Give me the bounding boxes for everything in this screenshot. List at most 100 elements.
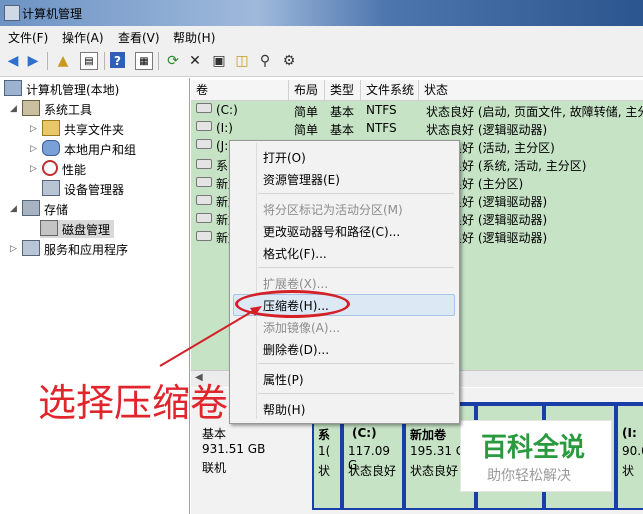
- volume-name: (I:): [216, 121, 233, 135]
- menu-item-explorer[interactable]: 资源管理器(E): [263, 171, 340, 188]
- tree-item-services[interactable]: 服务和应用程序: [22, 240, 128, 258]
- volume-name: (J:: [216, 139, 229, 153]
- show-hide-tree-icon[interactable]: ▤: [80, 52, 98, 70]
- expand-triangle-icon[interactable]: ▷: [30, 144, 37, 154]
- tree-item-label: 存储: [44, 203, 69, 217]
- partition-status: 状态良好: [348, 464, 397, 478]
- help-icon[interactable]: ?: [110, 52, 125, 68]
- computer-management-icon: [4, 5, 20, 21]
- toolbar: ◀ ▶ ▲ ▤ ? ▦ ⟳ ✕ ▣ ◫ ⚲ ⚙: [0, 46, 643, 77]
- volume-type: 基本: [330, 105, 355, 119]
- menu-separator: [258, 267, 454, 268]
- tree-item-label: 磁盘管理: [62, 223, 111, 237]
- column-header-type[interactable]: 类型: [325, 80, 361, 100]
- tree-item-system-tools[interactable]: 系统工具: [22, 100, 92, 118]
- tree-item-shared-folders[interactable]: 共享文件夹: [42, 120, 124, 138]
- refresh-icon[interactable]: ⟳: [164, 52, 182, 70]
- menu-item-mark-active[interactable]: 将分区标记为活动分区(M): [263, 201, 403, 218]
- tree-item-label: 系统工具: [44, 103, 93, 117]
- volume-type: 基本: [330, 123, 355, 137]
- device-manager-icon: [42, 180, 60, 196]
- tree-item-label: 服务和应用程序: [44, 243, 129, 257]
- search-icon[interactable]: ⚲: [256, 52, 274, 70]
- tree-item-local-users[interactable]: 本地用户和组: [42, 140, 136, 158]
- tools-icon: [22, 100, 40, 116]
- partition-size: 195.31 G: [410, 444, 466, 458]
- tree-item-performance[interactable]: 性能: [42, 160, 86, 178]
- volume-status: 状态良好 (逻辑驱动器): [426, 123, 548, 137]
- column-header-status[interactable]: 状态: [419, 80, 643, 100]
- forward-arrow-icon[interactable]: ▶: [24, 52, 42, 70]
- table-row[interactable]: (C:) 简单 基本 NTFS 状态良好 (启动, 页面文件, 故障转储, 主分: [191, 101, 643, 119]
- toolbar-separator: [47, 52, 48, 70]
- window-title: 计算机管理: [22, 7, 83, 21]
- menu-help[interactable]: 帮助(H): [173, 29, 215, 46]
- partition-size: 90.0: [622, 444, 643, 458]
- volume-icon: [196, 103, 212, 113]
- partition-name: 系: [318, 428, 331, 442]
- partition-i[interactable]: (I: 90.0 状: [616, 404, 643, 510]
- up-folder-icon[interactable]: ▲: [54, 52, 72, 70]
- menu-view[interactable]: 查看(V): [118, 29, 160, 46]
- collapse-triangle-icon[interactable]: ◢: [10, 104, 17, 114]
- partition-name: 新加卷: [410, 428, 447, 442]
- partition-name: (I:: [622, 426, 637, 440]
- column-header-volume[interactable]: 卷: [191, 80, 289, 100]
- menu-item-add-mirror[interactable]: 添加镜像(A)...: [263, 319, 340, 336]
- volume-name: (C:): [216, 103, 238, 117]
- tree-item-disk-management[interactable]: 磁盘管理: [40, 220, 115, 238]
- menu-item-change-drive-letter[interactable]: 更改驱动器号和路径(C)...: [263, 223, 400, 240]
- services-icon: [22, 240, 40, 256]
- tree-item-root[interactable]: 计算机管理(本地): [4, 80, 119, 98]
- menu-separator: [258, 363, 454, 364]
- volume-list-header: 卷 布局 类型 文件系统 状态: [191, 80, 643, 101]
- disk-management-icon: [40, 220, 58, 236]
- menu-file[interactable]: 文件(F): [8, 29, 48, 46]
- partition-status: 状态良好: [410, 464, 459, 478]
- menu-item-delete-volume[interactable]: 删除卷(D)...: [263, 341, 329, 358]
- collapse-triangle-icon[interactable]: ◢: [10, 204, 17, 214]
- menu-item-open[interactable]: 打开(O): [263, 149, 306, 166]
- volume-icon: [196, 139, 212, 149]
- toolbar-separator: [104, 52, 105, 70]
- watermark-logo: 百科全说 助你轻松解决: [460, 420, 612, 492]
- volume-icon: [196, 177, 212, 187]
- expand-triangle-icon[interactable]: ▷: [30, 124, 37, 134]
- disk-type: 基本: [202, 427, 227, 441]
- volume-icon: [196, 213, 212, 223]
- column-header-layout[interactable]: 布局: [289, 80, 325, 100]
- volume-layout: 简单: [294, 105, 319, 119]
- column-header-filesystem[interactable]: 文件系统: [361, 80, 419, 100]
- table-row[interactable]: (I:) 简单 基本 NTFS 状态良好 (逻辑驱动器): [191, 119, 643, 137]
- settings-icon[interactable]: ⚙: [280, 52, 298, 70]
- users-icon: [42, 140, 60, 156]
- tree-item-label: 共享文件夹: [64, 123, 125, 137]
- title-bar: 计算机管理: [0, 0, 643, 26]
- properties-icon[interactable]: ▦: [135, 52, 153, 70]
- tree-item-label: 设备管理器: [64, 183, 125, 197]
- disk-status: 联机: [202, 461, 227, 475]
- menu-item-format[interactable]: 格式化(F)...: [263, 245, 327, 262]
- delete-icon[interactable]: ✕: [186, 52, 204, 70]
- back-arrow-icon[interactable]: ◀: [4, 52, 22, 70]
- open-folder-icon[interactable]: ◫: [233, 52, 251, 70]
- volume-status: 状态良好 (启动, 页面文件, 故障转储, 主分: [426, 105, 643, 119]
- navigation-tree: 计算机管理(本地) ◢ 系统工具 ▷ 共享文件夹 ▷ 本地用户和组 ▷ 性能 设…: [0, 78, 190, 514]
- toolbar-separator: [158, 52, 159, 70]
- map-drive-icon[interactable]: ▣: [210, 52, 228, 70]
- context-menu: 打开(O) 资源管理器(E) 将分区标记为活动分区(M) 更改驱动器号和路径(C…: [229, 140, 460, 424]
- shared-folder-icon: [42, 120, 60, 136]
- menu-item-help[interactable]: 帮助(H): [263, 401, 305, 418]
- tree-item-storage[interactable]: 存储: [22, 200, 68, 218]
- partition-status: 状: [318, 464, 331, 478]
- menu-separator: [258, 393, 454, 394]
- menu-item-properties[interactable]: 属性(P): [263, 371, 304, 388]
- tree-item-label: 本地用户和组: [64, 143, 137, 157]
- volume-name: 系: [216, 159, 229, 173]
- annotation-label: 选择压缩卷: [38, 381, 229, 425]
- menu-action[interactable]: 操作(A): [62, 29, 104, 46]
- expand-triangle-icon[interactable]: ▷: [30, 164, 37, 174]
- tree-item-label: 性能: [62, 163, 87, 177]
- tree-item-device-manager[interactable]: 设备管理器: [42, 180, 124, 198]
- expand-triangle-icon[interactable]: ▷: [10, 244, 17, 254]
